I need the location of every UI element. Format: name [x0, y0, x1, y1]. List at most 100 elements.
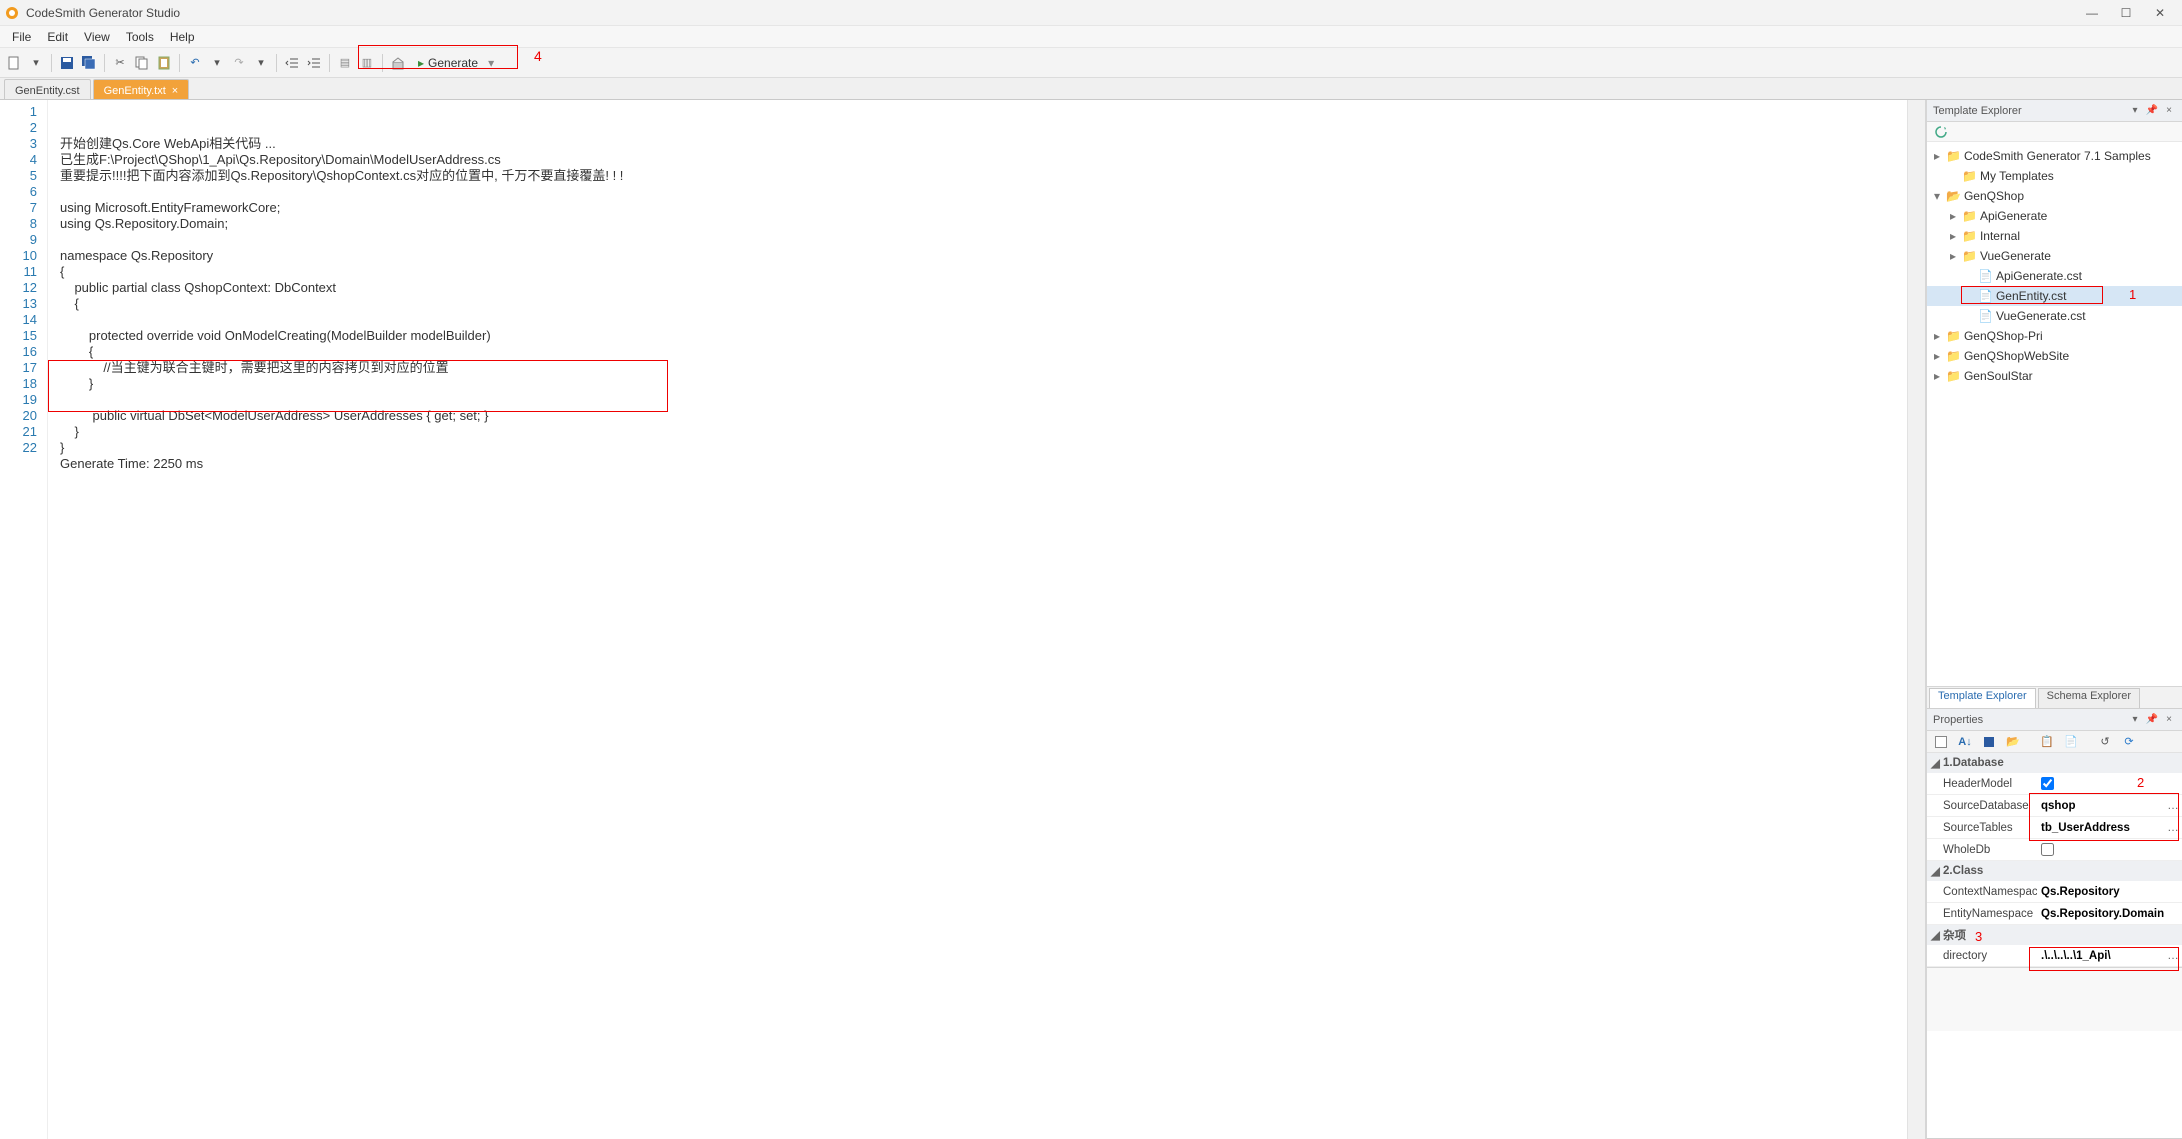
close-button[interactable]: ✕: [2148, 3, 2172, 23]
prop-copy-icon[interactable]: 📋: [2037, 732, 2057, 752]
line-gutter: 12345678910111213141516171819202122: [0, 100, 48, 1139]
prop-row-directory[interactable]: directory .\..\..\..\1_Api\ …: [1927, 945, 2182, 967]
panel-title: Template Explorer: [1933, 105, 2022, 117]
doctab-genentity-txt[interactable]: GenEntity.txt ×: [93, 79, 190, 99]
save-button[interactable]: [57, 53, 77, 73]
properties-toolbar: A↓ 📂 📋 📄 ↺ ⟳: [1927, 731, 2182, 753]
maximize-button[interactable]: ☐: [2114, 3, 2138, 23]
prop-refresh-icon[interactable]: ⟳: [2119, 732, 2139, 752]
headermodel-checkbox[interactable]: [2041, 777, 2054, 790]
app-icon: [4, 5, 20, 21]
prop-paste-icon[interactable]: 📄: [2061, 732, 2081, 752]
outdent-button[interactable]: [282, 53, 302, 73]
prop-section-class[interactable]: ◢2.Class: [1927, 861, 2182, 881]
tab-schema-explorer[interactable]: Schema Explorer: [2038, 688, 2140, 708]
document-tabs: GenEntity.cst GenEntity.txt ×: [0, 78, 2182, 100]
prop-reset-icon[interactable]: ↺: [2095, 732, 2115, 752]
new-dropdown[interactable]: ▾: [26, 53, 46, 73]
panel-pin-icon[interactable]: 📌: [2145, 713, 2159, 727]
tree-node-apigenerate-cst[interactable]: 📄ApiGenerate.cst: [1927, 266, 2182, 286]
prop-row-entityns[interactable]: EntityNamespace Qs.Repository.Domain: [1927, 903, 2182, 925]
toolbar: ▾ ✂ ↶ ▾ ↷ ▾ ▤ ▥ ▸ Generate ▾: [0, 48, 2182, 78]
redo-button[interactable]: ↷: [229, 53, 249, 73]
menu-file[interactable]: File: [4, 28, 39, 46]
tree-node-genqshop[interactable]: ▾📂GenQShop: [1927, 186, 2182, 206]
minimize-button[interactable]: —: [2080, 3, 2104, 23]
cut-button[interactable]: ✂: [110, 53, 130, 73]
menu-edit[interactable]: Edit: [39, 28, 76, 46]
new-file-button[interactable]: [4, 53, 24, 73]
sourcedatabase-value[interactable]: qshop: [2037, 800, 2164, 812]
paste-button[interactable]: [154, 53, 174, 73]
tab-template-explorer[interactable]: Template Explorer: [1929, 688, 2036, 708]
code-editor[interactable]: 12345678910111213141516171819202122 开始创建…: [0, 100, 1925, 1139]
tree-node-mytemplates[interactable]: 📁My Templates: [1927, 166, 2182, 186]
prop-section-database[interactable]: ◢1.Database: [1927, 753, 2182, 773]
copy-button[interactable]: [132, 53, 152, 73]
prop-row-wholedb[interactable]: WholeDb: [1927, 839, 2182, 861]
uncomment-button[interactable]: ▥: [357, 53, 377, 73]
explorer-tabs: Template Explorer Schema Explorer: [1927, 686, 2182, 708]
close-icon[interactable]: ×: [172, 85, 178, 97]
properties-header: Properties ▾ 📌 ×: [1927, 709, 2182, 731]
generate-button[interactable]: ▸ Generate ▾: [412, 51, 500, 75]
property-grid[interactable]: ◢1.Database HeaderModel SourceDatabase q…: [1927, 753, 2182, 967]
prop-row-contextns[interactable]: ContextNamespace Qs.Repository: [1927, 881, 2182, 903]
code-lines[interactable]: 开始创建Qs.Core WebApi相关代码 ...已生成F:\Project\…: [48, 100, 1925, 1139]
panel-pin-icon[interactable]: 📌: [2145, 104, 2159, 118]
panel-close-icon[interactable]: ×: [2162, 713, 2176, 727]
panel-title: Properties: [1933, 714, 1983, 726]
annotation-label-2: 2: [2137, 775, 2144, 790]
template-explorer-toolbar: [1927, 122, 2182, 142]
indent-button[interactable]: [304, 53, 324, 73]
prop-save-icon[interactable]: [1979, 732, 1999, 752]
undo-button[interactable]: ↶: [185, 53, 205, 73]
menubar: File Edit View Tools Help: [0, 26, 2182, 48]
panel-dropdown-icon[interactable]: ▾: [2128, 104, 2142, 118]
contextns-value[interactable]: Qs.Repository: [2037, 886, 2182, 898]
properties-description: [1927, 967, 2182, 1031]
save-all-button[interactable]: [79, 53, 99, 73]
annotation-label-4: 4: [534, 48, 542, 64]
sourcetables-browse-button[interactable]: …: [2164, 822, 2182, 834]
sourcetables-value[interactable]: tb_UserAddress: [2037, 822, 2164, 834]
properties-panel: Properties ▾ 📌 × A↓ 📂 📋 📄 ↺ ⟳: [1927, 709, 2182, 1139]
tree-node-apigenerate[interactable]: ▸📁ApiGenerate: [1927, 206, 2182, 226]
tree-node-vuegenerate-cst[interactable]: 📄VueGenerate.cst: [1927, 306, 2182, 326]
prop-categorized-icon[interactable]: [1931, 732, 1951, 752]
tree-node-samples[interactable]: ▸📁CodeSmith Generator 7.1 Samples: [1927, 146, 2182, 166]
prop-open-icon[interactable]: 📂: [2003, 732, 2023, 752]
directory-value[interactable]: .\..\..\..\1_Api\: [2037, 950, 2164, 962]
prop-section-misc[interactable]: ◢杂项: [1927, 925, 2182, 945]
tree-node-gensoulstar[interactable]: ▸📁GenSoulStar: [1927, 366, 2182, 386]
tree-node-genentity-cst[interactable]: 📄GenEntity.cst: [1927, 286, 2182, 306]
prop-row-sourcetables[interactable]: SourceTables tb_UserAddress …: [1927, 817, 2182, 839]
doctab-genentity-cst[interactable]: GenEntity.cst: [4, 79, 91, 99]
sourcedatabase-browse-button[interactable]: …: [2164, 800, 2182, 812]
prop-row-sourcedatabase[interactable]: SourceDatabase qshop …: [1927, 795, 2182, 817]
editor-area: 12345678910111213141516171819202122 开始创建…: [0, 100, 1926, 1139]
tree-node-internal[interactable]: ▸📁Internal: [1927, 226, 2182, 246]
wholedb-checkbox[interactable]: [2041, 843, 2054, 856]
panel-close-icon[interactable]: ×: [2162, 104, 2176, 118]
tree-node-genqshop-pri[interactable]: ▸📁GenQShop-Pri: [1927, 326, 2182, 346]
menu-help[interactable]: Help: [162, 28, 203, 46]
prop-alpha-icon[interactable]: A↓: [1955, 732, 1975, 752]
directory-browse-button[interactable]: …: [2164, 950, 2182, 962]
tree-node-vuegenerate[interactable]: ▸📁VueGenerate: [1927, 246, 2182, 266]
annotation-label-1: 1: [2129, 287, 2136, 302]
editor-vertical-scrollbar[interactable]: [1907, 100, 1925, 1139]
undo-dropdown[interactable]: ▾: [207, 53, 227, 73]
entityns-value[interactable]: Qs.Repository.Domain: [2037, 908, 2182, 920]
menu-tools[interactable]: Tools: [118, 28, 162, 46]
build-button[interactable]: [388, 53, 408, 73]
comment-button[interactable]: ▤: [335, 53, 355, 73]
tree-node-genqshopwebsite[interactable]: ▸📁GenQShopWebSite: [1927, 346, 2182, 366]
app-title: CodeSmith Generator Studio: [26, 6, 180, 20]
annotation-label-3: 3: [1975, 929, 1982, 944]
template-tree[interactable]: ▸📁CodeSmith Generator 7.1 Samples 📁My Te…: [1927, 142, 2182, 686]
menu-view[interactable]: View: [76, 28, 118, 46]
panel-dropdown-icon[interactable]: ▾: [2128, 713, 2142, 727]
redo-dropdown[interactable]: ▾: [251, 53, 271, 73]
refresh-icon[interactable]: [1931, 122, 1951, 142]
